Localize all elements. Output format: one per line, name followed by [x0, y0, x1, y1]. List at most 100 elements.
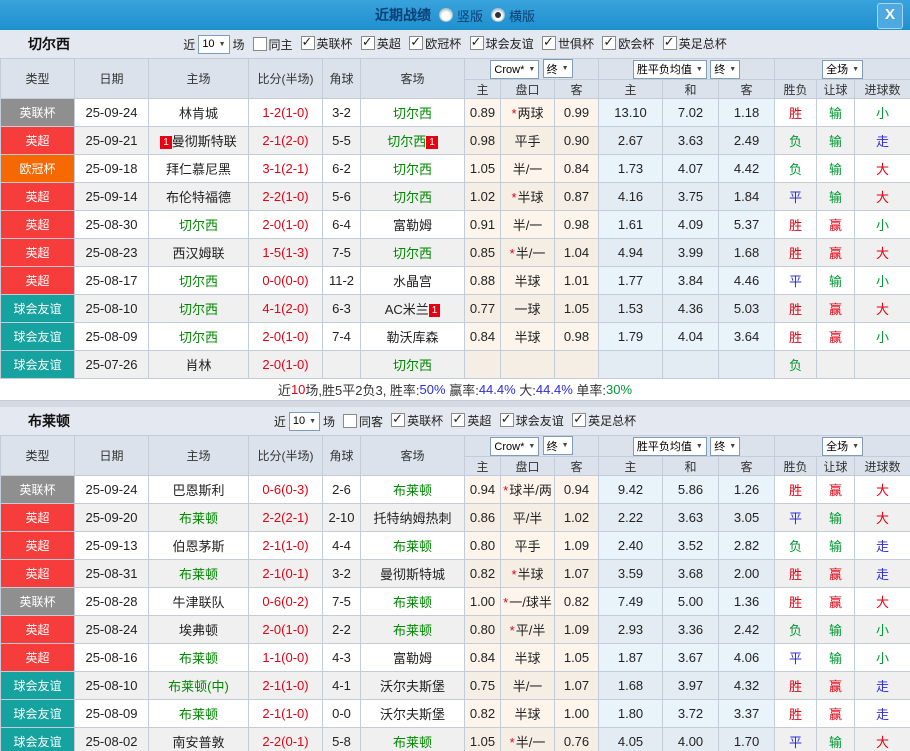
chevron-down-icon: ▼ [561, 442, 569, 449]
avg-draw: 4.36 [662, 294, 720, 323]
league-filter-checkbox[interactable]: 英联杯 [300, 34, 353, 52]
home-team-cell: 牛津联队 [148, 587, 249, 616]
checkbox-label: 英超 [376, 36, 401, 51]
avg-away: 1.70 [718, 727, 776, 751]
odds-away: 1.09 [553, 615, 600, 644]
odds-line: 半球 [514, 651, 541, 666]
avg-odds-select[interactable]: 胜平负均值 ▼ [632, 59, 707, 79]
col-header-score: 比分(半场) [248, 58, 323, 99]
chevron-down-icon: ▼ [561, 65, 569, 72]
radio-label: 横版 [509, 8, 536, 24]
odds-away: 0.84 [553, 154, 600, 183]
fulltime-select[interactable]: 全场 ▼ [822, 436, 864, 456]
odds-home: 0.80 [464, 615, 501, 644]
same-venue-checkbox[interactable]: 同客 [343, 413, 383, 430]
star-icon: * [503, 483, 509, 498]
odds-final-select[interactable]: 终 ▼ [542, 59, 573, 78]
match-row: 球会友谊 25-08-09 切尔西 2-0(1-0) 7-4 勒沃库森 0.84… [0, 322, 910, 351]
fulltime-select[interactable]: 全场 ▼ [822, 59, 864, 79]
corner-score: 5-6 [322, 182, 361, 211]
matches-table: 类型 日期 主场 比分(半场) 角球 客场 Crow* ▼ 终 ▼ 胜平负均值 ▼ 终… [0, 435, 910, 751]
radio-horizontal-layout[interactable]: 横版 [491, 6, 535, 25]
home-team: 布伦特福德 [165, 190, 231, 205]
league-filter-checkbox[interactable]: 英超 [360, 34, 401, 52]
handicap-cell: 赢 [816, 475, 856, 504]
odds-final-select[interactable]: 终 ▼ [542, 436, 573, 455]
odds-away: 1.07 [553, 559, 600, 588]
goals-cell: 大 [854, 238, 910, 267]
home-team: 西汉姆联 [172, 246, 225, 261]
same-venue-checkbox[interactable]: 同主 [252, 36, 293, 53]
league-filter-checkbox[interactable]: 世俱杯 [541, 34, 594, 52]
match-count-select[interactable]: 10 ▼ [288, 411, 321, 431]
close-button[interactable]: X [877, 3, 903, 29]
match-type-badge: 英超 [0, 126, 75, 155]
odds-company-select[interactable]: Crow* ▼ [490, 60, 540, 79]
away-card-badge: 1 [426, 136, 438, 149]
league-filter-checkbox[interactable]: 英足总杯 [662, 34, 727, 52]
sub-header-avg-draw: 和 [662, 79, 720, 99]
col-header-date: 日期 [74, 435, 149, 476]
away-card-badge: 1 [428, 304, 441, 317]
goals-cell: 大 [854, 587, 910, 616]
league-filter-checkbox[interactable]: 欧冠杯 [409, 34, 461, 52]
checkbox-label: 英联杯 [316, 36, 353, 51]
league-filter-checkbox[interactable]: 英联杯 [391, 411, 443, 429]
outcome-cell: 胜 [774, 98, 818, 127]
home-team-cell: 布莱顿 [148, 643, 249, 672]
checkbox-label: 球会友谊 [485, 36, 534, 51]
match-type-badge: 英超 [0, 559, 75, 588]
avg-final-select[interactable]: 终 ▼ [710, 59, 741, 79]
goals-cell: 大 [854, 475, 910, 504]
checkbox-icon [451, 411, 466, 428]
corner-score: 2-6 [322, 475, 361, 504]
match-count-select[interactable]: 10 ▼ [198, 34, 230, 54]
matches-label: 场 [232, 37, 245, 52]
match-score: 0-0(0-0) [248, 266, 323, 295]
radio-vertical-layout[interactable]: 竖版 [438, 6, 483, 25]
avg-away: 4.42 [718, 154, 776, 183]
league-filter-checkbox[interactable]: 英足总杯 [572, 411, 636, 429]
league-filter-checkbox[interactable]: 欧会杯 [602, 34, 654, 52]
match-type-badge: 英联杯 [0, 98, 75, 127]
odds-line: 两球 [517, 106, 544, 121]
col-header-away: 客场 [360, 435, 465, 476]
handicap-cell: 输 [816, 503, 856, 532]
odds-line: 平/半 [512, 511, 543, 526]
match-type-badge: 球会友谊 [0, 727, 75, 751]
home-team: 切尔西 [178, 218, 218, 233]
select-value: 全场 [826, 441, 849, 453]
match-count-value: 10 [292, 415, 306, 427]
avg-home: 2.40 [598, 531, 664, 560]
handicap-cell [816, 350, 856, 379]
avg-draw: 3.72 [662, 699, 720, 728]
league-filter-checkbox[interactable]: 英超 [451, 411, 491, 429]
avg-away: 2.49 [718, 126, 776, 155]
goals-cell: 大 [854, 727, 910, 751]
league-filter-checkbox[interactable]: 球会友谊 [469, 34, 534, 52]
home-team-cell: 布莱顿(中) [148, 671, 249, 700]
avg-draw: 3.63 [662, 126, 720, 155]
odds-company-select[interactable]: Crow* ▼ [490, 437, 540, 456]
away-team: AC米兰 [384, 302, 429, 317]
match-type-badge: 英超 [0, 266, 75, 295]
away-team: 勒沃库森 [386, 330, 439, 345]
avg-away: 2.42 [718, 615, 776, 644]
odds-home: 0.82 [464, 699, 501, 728]
odds-home: 0.98 [464, 126, 501, 155]
match-type-badge: 英联杯 [0, 475, 75, 504]
league-filter-checkbox[interactable]: 球会友谊 [499, 411, 564, 429]
home-team: 埃弗顿 [178, 623, 218, 638]
avg-away: 1.84 [718, 182, 776, 211]
match-score: 1-1(0-0) [248, 643, 323, 672]
away-team-cell: 沃尔夫斯堡 [360, 671, 465, 700]
odds-line: 半球 [517, 567, 544, 582]
avg-final-select[interactable]: 终 ▼ [710, 436, 741, 456]
match-date: 25-09-13 [74, 531, 149, 560]
home-team: 布莱顿 [178, 707, 218, 722]
home-team: 曼彻斯特联 [171, 134, 237, 149]
odds-home: 0.89 [464, 98, 501, 127]
odds-home [464, 350, 501, 379]
outcome-cell: 胜 [774, 671, 818, 700]
avg-odds-select[interactable]: 胜平负均值 ▼ [632, 436, 707, 456]
